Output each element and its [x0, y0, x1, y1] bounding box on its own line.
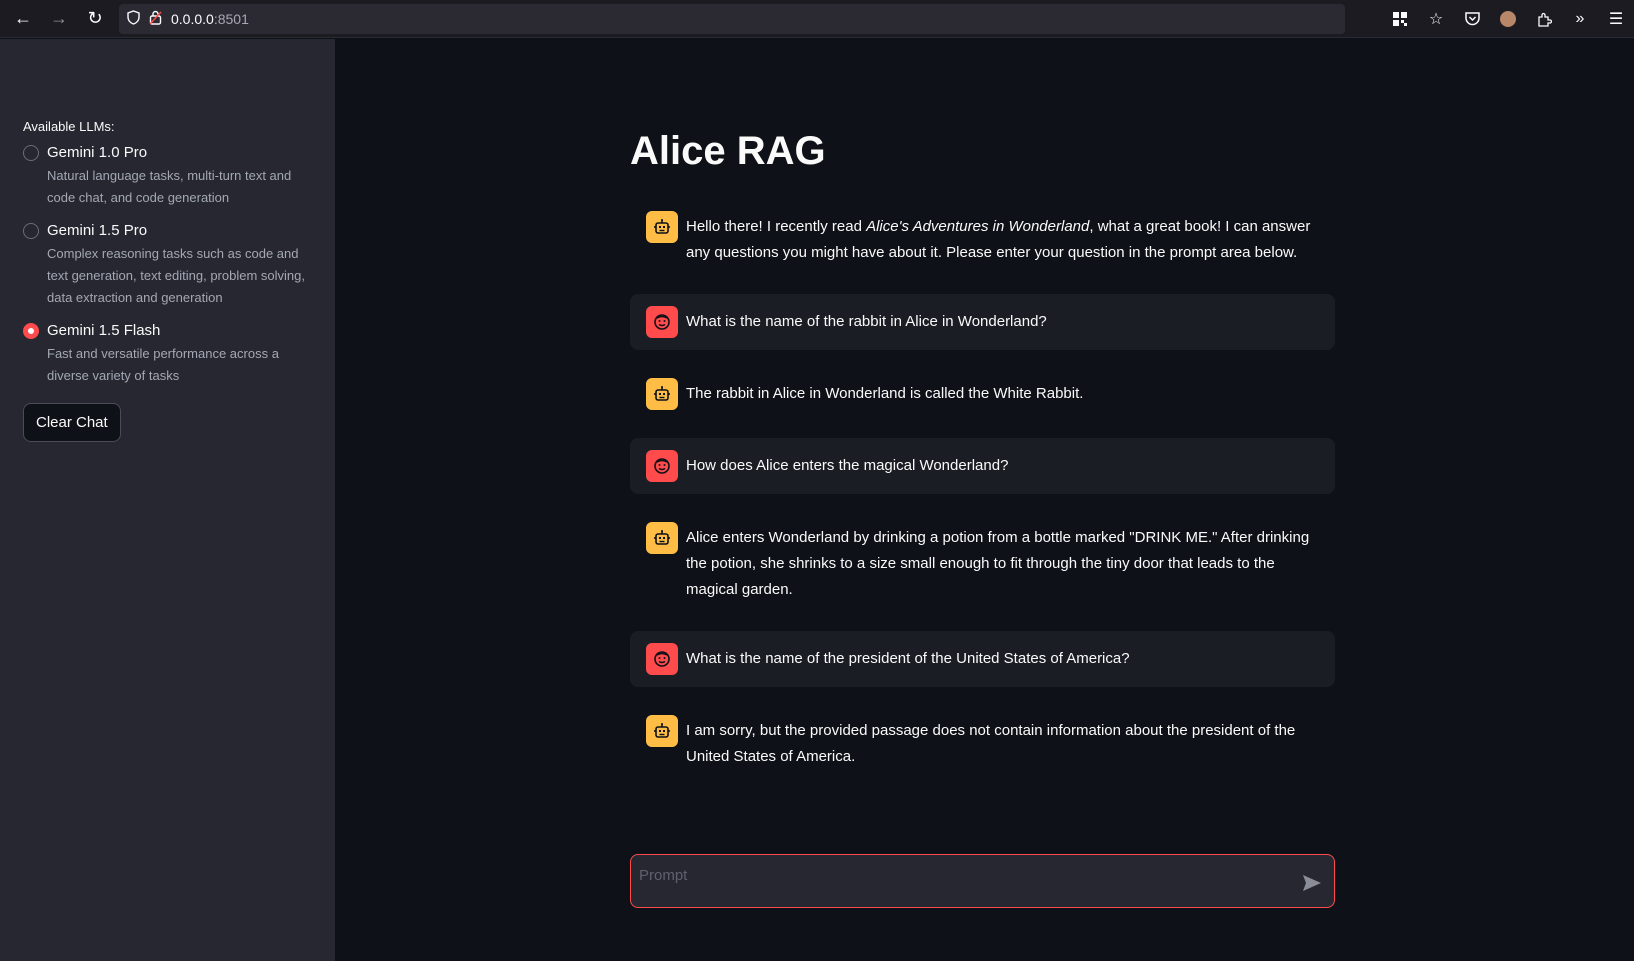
- browser-toolbar: ← → ↻ 0.0.0.0:8501 ☆ » ☰: [0, 0, 1634, 38]
- star-bookmark-icon[interactable]: ☆: [1418, 0, 1454, 38]
- sidebar: Available LLMs: Gemini 1.0 Pro Natural l…: [0, 39, 335, 961]
- account-avatar-icon[interactable]: [1490, 0, 1526, 38]
- user-face-avatar-icon: [646, 306, 678, 338]
- shield-icon[interactable]: [127, 10, 149, 28]
- robot-avatar-icon: [646, 522, 678, 554]
- book-title: Alice's Adventures in Wonderland: [866, 218, 1090, 235]
- toolbar-icons: ☆ » ☰: [1382, 0, 1634, 38]
- assistant-message: The rabbit in Alice in Wonderland is cal…: [630, 366, 1335, 422]
- send-icon[interactable]: [1300, 871, 1324, 895]
- page-title: Alice RAG: [630, 129, 826, 173]
- user-face-avatar-icon: [646, 450, 678, 482]
- llm-option-description: Fast and versatile performance across a …: [47, 346, 279, 383]
- message-text: What is the name of the rabbit in Alice …: [686, 313, 1047, 330]
- message-text: The rabbit in Alice in Wonderland is cal…: [686, 385, 1084, 402]
- lock-icon[interactable]: [149, 10, 171, 28]
- llm-selector-label: Available LLMs:: [23, 119, 115, 134]
- reload-icon[interactable]: ↻: [77, 0, 113, 38]
- hamburger-menu-icon[interactable]: ☰: [1598, 0, 1634, 38]
- robot-avatar-icon: [646, 715, 678, 747]
- chat-history: Hello there! I recently read Alice's Adv…: [630, 199, 1335, 798]
- prompt-input[interactable]: [639, 863, 1279, 887]
- url-text: 0.0.0.0:8501: [171, 11, 249, 27]
- assistant-message: Hello there! I recently read Alice's Adv…: [630, 199, 1335, 278]
- llm-option-title: Gemini 1.0 Pro: [47, 144, 148, 161]
- robot-avatar-icon: [646, 211, 678, 243]
- overflow-chevrons-icon[interactable]: »: [1562, 0, 1598, 38]
- llm-option-title: Gemini 1.5 Pro: [47, 222, 148, 239]
- message-text: I am sorry, but the provided passage doe…: [686, 722, 1296, 765]
- message-text: How does Alice enters the magical Wonder…: [686, 457, 1009, 474]
- message-text-part: Hello there! I recently read: [686, 218, 867, 235]
- llm-option-description: Natural language tasks, multi-turn text …: [47, 168, 292, 205]
- url-port: :8501: [213, 11, 249, 27]
- llm-option-title: Gemini 1.5 Flash: [47, 322, 161, 339]
- forward-arrow-icon[interactable]: →: [41, 0, 77, 38]
- clear-chat-button[interactable]: Clear Chat: [23, 403, 121, 442]
- llm-option-gemini-1-5-flash[interactable]: Gemini 1.5 Flash Fast and versatile perf…: [23, 321, 312, 387]
- url-host: 0.0.0.0: [171, 11, 214, 27]
- assistant-message: I am sorry, but the provided passage doe…: [630, 703, 1335, 782]
- user-message: How does Alice enters the magical Wonder…: [630, 438, 1335, 494]
- llm-option-description: Complex reasoning tasks such as code and…: [47, 246, 305, 305]
- radio-button-selected-icon[interactable]: [23, 323, 39, 339]
- message-text: Hello there! I recently read Alice's Adv…: [686, 211, 1319, 266]
- extensions-puzzle-icon[interactable]: [1526, 0, 1562, 38]
- main-content: Alice RAG Hello there! I recently read A…: [335, 39, 1634, 961]
- assistant-message: Alice enters Wonderland by drinking a po…: [630, 510, 1335, 615]
- url-bar[interactable]: 0.0.0.0:8501: [119, 4, 1345, 34]
- radio-button-icon[interactable]: [23, 145, 39, 161]
- back-arrow-icon[interactable]: ←: [5, 0, 41, 38]
- radio-button-icon[interactable]: [23, 223, 39, 239]
- user-face-avatar-icon: [646, 643, 678, 675]
- pocket-icon[interactable]: [1454, 0, 1490, 38]
- llm-option-gemini-1-5-pro[interactable]: Gemini 1.5 Pro Complex reasoning tasks s…: [23, 221, 312, 309]
- robot-avatar-icon: [646, 378, 678, 410]
- chat-input-container[interactable]: [630, 854, 1335, 908]
- user-message: What is the name of the rabbit in Alice …: [630, 294, 1335, 350]
- message-text: What is the name of the president of the…: [686, 650, 1130, 667]
- llm-option-gemini-1-0-pro[interactable]: Gemini 1.0 Pro Natural language tasks, m…: [23, 143, 312, 209]
- message-text: Alice enters Wonderland by drinking a po…: [686, 529, 1310, 598]
- qr-grid-icon[interactable]: [1382, 0, 1418, 38]
- user-message: What is the name of the president of the…: [630, 631, 1335, 687]
